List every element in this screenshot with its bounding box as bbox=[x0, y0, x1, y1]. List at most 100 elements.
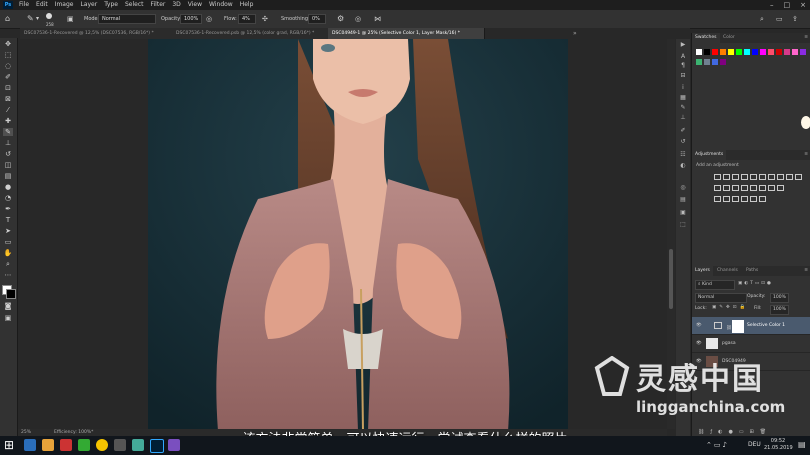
history-icon[interactable]: ↺ bbox=[679, 138, 687, 145]
layer-mask-thumbnail[interactable] bbox=[732, 320, 744, 333]
character-icon[interactable]: A bbox=[679, 53, 687, 60]
layer-row[interactable]: 👁 pgasa bbox=[692, 335, 810, 353]
blur-tool-icon[interactable]: ● bbox=[3, 183, 13, 191]
styles-icon[interactable]: ◐ bbox=[679, 162, 687, 169]
taskbar-app-icon[interactable] bbox=[168, 439, 180, 451]
panel-menu-icon[interactable]: ≡ bbox=[804, 266, 808, 276]
adjustment-button[interactable] bbox=[759, 174, 766, 180]
color-swatch[interactable] bbox=[768, 49, 774, 55]
properties-icon[interactable]: ⊟ bbox=[679, 72, 687, 79]
actions-icon[interactable]: ▤ bbox=[679, 196, 687, 203]
scrollbar-thumb[interactable] bbox=[669, 249, 673, 309]
brush-tool-icon[interactable]: ✎ bbox=[27, 10, 34, 28]
tab-adjustments[interactable]: Adjustments bbox=[692, 150, 727, 160]
pen-tool-icon[interactable]: ✒ bbox=[3, 205, 13, 213]
notifications-icon[interactable]: ▤ bbox=[798, 440, 806, 449]
clone-source-icon[interactable]: ⊥ bbox=[679, 114, 687, 121]
smoothing-field[interactable]: 0% bbox=[308, 10, 326, 28]
color-swatch[interactable] bbox=[720, 59, 726, 65]
adjustment-button[interactable] bbox=[750, 185, 757, 191]
color-swatch[interactable] bbox=[696, 49, 702, 55]
menu-window[interactable]: Window bbox=[209, 0, 233, 10]
pressure-size-icon[interactable]: ◎ bbox=[355, 10, 361, 28]
paragraph-icon[interactable]: ¶ bbox=[679, 62, 687, 69]
zoom-level[interactable]: 25% bbox=[21, 429, 31, 436]
adjustment-button[interactable] bbox=[714, 185, 721, 191]
tab-channels[interactable]: Channels bbox=[714, 266, 741, 276]
tab-swatches[interactable]: Swatches bbox=[692, 33, 720, 43]
layer-fill-field[interactable]: 100% bbox=[770, 305, 789, 315]
panel-menu-icon[interactable]: ≡ bbox=[804, 33, 808, 43]
info-icon[interactable]: i bbox=[679, 84, 687, 91]
layer-comps-icon[interactable]: ▣ bbox=[679, 209, 687, 216]
eraser-tool-icon[interactable]: ◫ bbox=[3, 161, 13, 169]
taskbar-folder-icon[interactable] bbox=[42, 439, 54, 451]
adjustment-button[interactable] bbox=[723, 196, 730, 202]
adjustment-button[interactable] bbox=[741, 174, 748, 180]
adjustment-button[interactable] bbox=[741, 185, 748, 191]
layer-row[interactable]: 👁 ⛓ Selective Color 1 bbox=[692, 317, 810, 335]
adjustment-button[interactable] bbox=[750, 174, 757, 180]
tab-document-3[interactable]: DSC04949-1 @ 25% (Selective Color 1, Lay… bbox=[328, 28, 485, 39]
menu-3d[interactable]: 3D bbox=[172, 0, 180, 10]
adjustment-button[interactable] bbox=[759, 196, 766, 202]
color-swatch[interactable] bbox=[704, 59, 710, 65]
document-image[interactable] bbox=[148, 39, 568, 429]
taskbar-chrome-icon[interactable] bbox=[96, 439, 108, 451]
taskbar-app-icon[interactable] bbox=[132, 439, 144, 451]
history-brush-tool-icon[interactable]: ↺ bbox=[3, 150, 13, 158]
opacity-field[interactable]: 100% bbox=[180, 10, 202, 28]
brush-settings-strip-icon[interactable]: ✎ bbox=[679, 104, 687, 111]
adjustment-button[interactable] bbox=[723, 174, 730, 180]
color-swatch[interactable] bbox=[728, 49, 734, 55]
clone-stamp-tool-icon[interactable]: ⊥ bbox=[3, 139, 13, 147]
marquee-tool-icon[interactable]: ⬚ bbox=[3, 51, 13, 59]
maximize-button[interactable]: □ bbox=[784, 0, 791, 10]
histogram-icon[interactable]: ▦ bbox=[679, 94, 687, 101]
brush-tool-icon[interactable]: ✎ bbox=[3, 128, 13, 136]
brush-settings-icon[interactable]: ▣ bbox=[67, 10, 74, 28]
dodge-tool-icon[interactable]: ◔ bbox=[3, 194, 13, 202]
layer-row[interactable]: 👁 DSC04949 bbox=[692, 353, 810, 371]
color-swatch[interactable] bbox=[752, 49, 758, 55]
background-color-swatch[interactable] bbox=[6, 289, 16, 299]
workspace-icon[interactable]: ▭ bbox=[776, 10, 783, 28]
tab-layers[interactable]: Layers bbox=[692, 266, 713, 276]
tab-document-1[interactable]: DSC07536-1-Recovered @ 12,5% (DSC07536, … bbox=[20, 28, 177, 39]
adjustment-button[interactable] bbox=[714, 174, 721, 180]
color-swatch[interactable] bbox=[712, 49, 718, 55]
adjustment-button[interactable] bbox=[777, 185, 784, 191]
layer-filter-kind[interactable]: ⌕ Kind bbox=[695, 280, 735, 290]
taskbar-app-icon[interactable] bbox=[78, 439, 90, 451]
vertical-scrollbar[interactable] bbox=[667, 39, 675, 429]
lock-icons[interactable]: ▣✎✥⊡🔒 bbox=[712, 305, 748, 310]
color-swatch[interactable] bbox=[720, 49, 726, 55]
adjustment-button[interactable] bbox=[750, 196, 757, 202]
color-swatch[interactable] bbox=[760, 49, 766, 55]
color-swatch[interactable] bbox=[736, 49, 742, 55]
adjustment-button[interactable] bbox=[723, 185, 730, 191]
menu-filter[interactable]: Filter bbox=[151, 0, 166, 10]
tray-icons[interactable]: ⌃▭♪ bbox=[706, 441, 729, 449]
menu-file[interactable]: File bbox=[19, 0, 29, 10]
layer-filter-icons[interactable]: ▣◐T▭⊡● bbox=[738, 280, 810, 288]
edit-toolbar-icon[interactable]: ⋯ bbox=[3, 271, 13, 279]
tab-paths[interactable]: Paths bbox=[743, 266, 761, 276]
adjustment-button[interactable] bbox=[795, 174, 802, 180]
adjustment-button[interactable] bbox=[741, 196, 748, 202]
menu-layer[interactable]: Layer bbox=[80, 0, 97, 10]
move-tool-icon[interactable]: ✥ bbox=[3, 40, 13, 48]
home-icon[interactable]: ⌂ bbox=[5, 10, 10, 28]
hand-tool-icon[interactable]: ✋ bbox=[3, 249, 13, 257]
windows-start-icon[interactable]: ⊞ bbox=[4, 438, 14, 452]
tab-color[interactable]: Color bbox=[720, 33, 738, 43]
close-button[interactable]: × bbox=[800, 0, 806, 10]
layer-footer-icons[interactable]: ⛓ƒ◐●▭⊞🗑 bbox=[698, 429, 808, 436]
healing-brush-tool-icon[interactable]: ✚ bbox=[3, 117, 13, 125]
minimize-button[interactable]: – bbox=[770, 0, 774, 10]
path-selection-tool-icon[interactable]: ➤ bbox=[3, 227, 13, 235]
eye-icon[interactable]: 👁 bbox=[696, 353, 702, 370]
rectangle-tool-icon[interactable]: ▭ bbox=[3, 238, 13, 246]
type-tool-icon[interactable]: T bbox=[3, 216, 13, 224]
menu-select[interactable]: Select bbox=[125, 0, 144, 10]
